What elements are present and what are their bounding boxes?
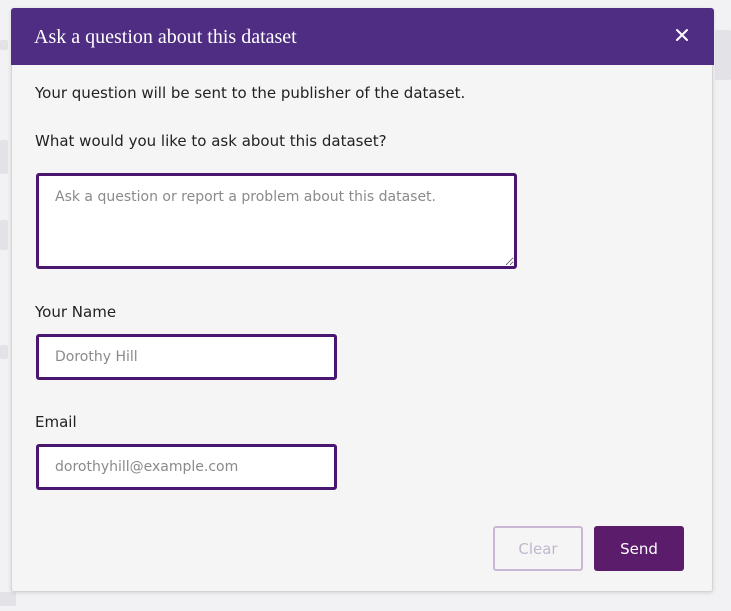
close-button[interactable] <box>672 25 692 45</box>
backdrop-fragment <box>0 592 16 606</box>
backdrop-fragment <box>715 30 731 80</box>
backdrop-fragment <box>0 40 8 50</box>
dialog-header: Ask a question about this dataset <box>11 8 714 65</box>
ask-question-dialog: Ask a question about this dataset Your q… <box>11 8 714 592</box>
email-input[interactable] <box>36 444 337 490</box>
clear-button[interactable]: Clear <box>493 526 583 571</box>
question-textarea[interactable] <box>36 173 517 269</box>
backdrop-fragment <box>0 345 8 359</box>
email-label: Email <box>35 413 77 431</box>
send-button[interactable]: Send <box>594 526 684 571</box>
close-icon <box>676 29 688 41</box>
question-label: What would you like to ask about this da… <box>35 132 387 150</box>
dialog-intro-text: Your question will be sent to the publis… <box>35 84 466 102</box>
backdrop-fragment <box>0 220 8 250</box>
name-input[interactable] <box>36 334 337 380</box>
name-label: Your Name <box>35 303 117 321</box>
dialog-title: Ask a question about this dataset <box>34 25 297 48</box>
backdrop-fragment <box>0 140 8 174</box>
